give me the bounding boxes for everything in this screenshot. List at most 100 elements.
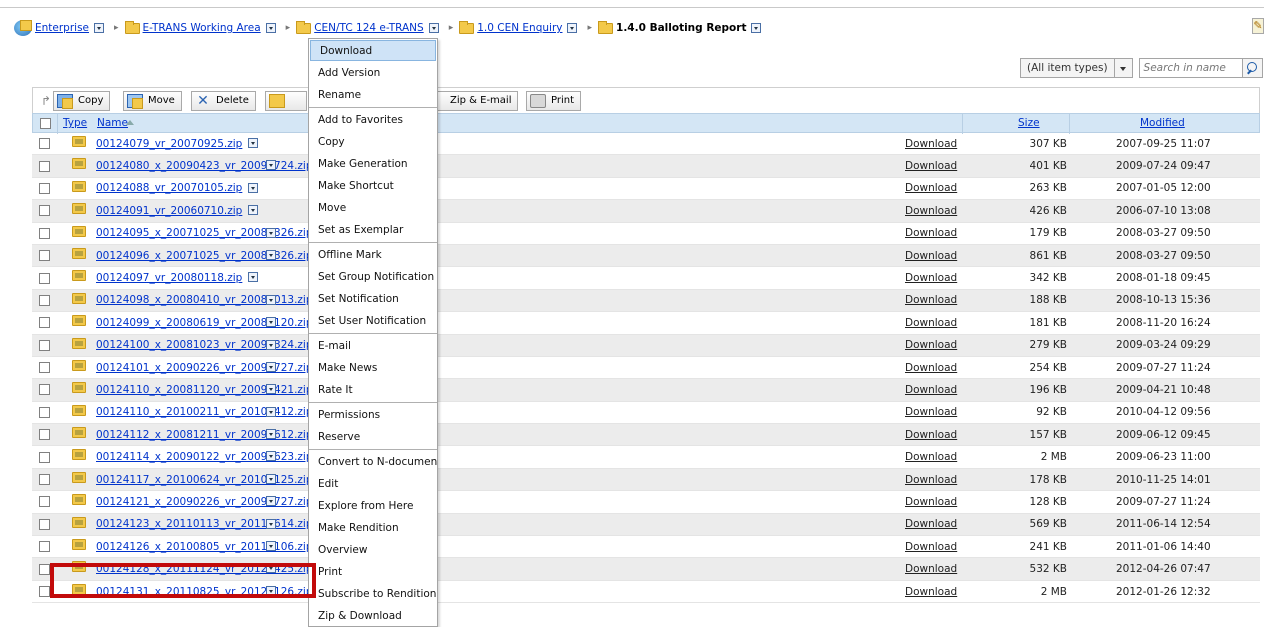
file-name-link[interactable]: 00124079_vr_20070925.zip xyxy=(96,138,242,150)
row-checkbox[interactable] xyxy=(39,339,50,351)
table-row[interactable]: 00124091_vr_20060710.zip Download 426 KB 20… xyxy=(32,200,1260,223)
chevron-down-icon[interactable] xyxy=(751,23,762,33)
select-all-checkbox[interactable] xyxy=(40,117,51,129)
file-name-link[interactable]: 00124126_x_20100805_vr_20110106.zip xyxy=(96,541,313,553)
item-type-select[interactable]: (All item types) xyxy=(1020,58,1115,78)
menu-item-subscribe-to-rendition[interactable]: Subscribe to Rendition xyxy=(309,583,437,605)
table-row[interactable]: 00124121_x_20090226_vr_20090727.zip Downl… xyxy=(32,491,1260,514)
menu-item-make-rendition[interactable]: Make Rendition xyxy=(309,517,437,539)
download-link[interactable]: Download xyxy=(905,339,957,351)
row-checkbox[interactable] xyxy=(39,496,50,508)
table-row[interactable]: 00124123_x_20110113_vr_20110614.zip Downl… xyxy=(32,513,1260,537)
menu-item-add-to-favorites[interactable]: Add to Favorites xyxy=(309,109,437,131)
download-link[interactable]: Download xyxy=(905,250,957,262)
download-link[interactable]: Download xyxy=(905,227,957,239)
menu-item-download[interactable]: Download xyxy=(310,40,436,61)
size-column-header[interactable]: Size xyxy=(1018,117,1040,129)
menu-item-permissions[interactable]: Permissions xyxy=(309,404,437,426)
file-name-link[interactable]: 00124112_x_20081211_vr_20090612.zip xyxy=(96,429,313,441)
chevron-down-icon[interactable] xyxy=(248,272,258,283)
row-checkbox[interactable] xyxy=(39,384,50,396)
table-row[interactable]: 00124117_x_20100624_vr_20101125.zip Downl… xyxy=(32,468,1260,492)
table-row[interactable]: 00124098_x_20080410_vr_20081013.zip Downl… xyxy=(32,289,1260,313)
download-link[interactable]: Download xyxy=(905,182,957,194)
row-checkbox[interactable] xyxy=(39,474,50,486)
chevron-down-icon[interactable] xyxy=(1114,58,1133,78)
chevron-down-icon[interactable] xyxy=(567,23,578,33)
row-checkbox[interactable] xyxy=(39,406,50,418)
download-link[interactable]: Download xyxy=(905,518,957,530)
menu-item-set-group-notification[interactable]: Set Group Notification xyxy=(309,266,437,288)
table-row[interactable]: 00124096_x_20071025_vr_20080326.zip Downl… xyxy=(32,244,1260,268)
table-row[interactable]: 00124101_x_20090226_vr_20090727.zip Downl… xyxy=(32,357,1260,380)
download-link[interactable]: Download xyxy=(905,384,957,396)
chevron-down-icon[interactable] xyxy=(266,294,276,305)
menu-item-reserve[interactable]: Reserve xyxy=(309,426,437,448)
chevron-down-icon[interactable] xyxy=(248,182,258,193)
row-checkbox[interactable] xyxy=(39,272,50,284)
menu-item-copy[interactable]: Copy xyxy=(309,131,437,153)
chevron-down-icon[interactable] xyxy=(266,227,276,238)
download-link[interactable]: Download xyxy=(905,496,957,508)
file-name-link[interactable]: 00124121_x_20090226_vr_20090727.zip xyxy=(96,496,313,508)
file-name-link[interactable]: 00124101_x_20090226_vr_20090727.zip xyxy=(96,362,313,374)
table-row[interactable]: 00124100_x_20081023_vr_20090324.zip Downl… xyxy=(32,334,1260,357)
file-name-link[interactable]: 00124098_x_20080410_vr_20081013.zip xyxy=(96,294,313,306)
breadcrumb-cen-enquiry[interactable]: 1.0 CEN Enquiry xyxy=(477,22,562,34)
table-row[interactable]: 00124097_vr_20080118.zip Download 342 KB 20… xyxy=(32,267,1260,290)
menu-item-make-generation[interactable]: Make Generation xyxy=(309,153,437,175)
menu-item-set-notification[interactable]: Set Notification xyxy=(309,288,437,310)
table-row[interactable]: 00124095_x_20071025_vr_20080326.zip Downl… xyxy=(32,223,1260,245)
menu-item-edit[interactable]: Edit xyxy=(309,473,437,495)
download-link[interactable]: Download xyxy=(905,205,957,217)
download-link[interactable]: Download xyxy=(905,294,957,306)
zip-download-button[interactable] xyxy=(265,90,307,111)
table-row[interactable]: 00124112_x_20081211_vr_20090612.zip Downl… xyxy=(32,424,1260,447)
file-name-link[interactable]: 00124095_x_20071025_vr_20080326.zip xyxy=(96,227,313,239)
table-row[interactable]: 00124099_x_20080619_vr_20081120.zip Downl… xyxy=(32,312,1260,335)
chevron-down-icon[interactable] xyxy=(266,339,276,350)
table-row[interactable]: 00124088_vr_20070105.zip Download 263 KB 20… xyxy=(32,178,1260,201)
menu-item-overview[interactable]: Overview xyxy=(309,539,437,561)
row-checkbox[interactable] xyxy=(39,362,50,374)
copy-button[interactable]: Copy xyxy=(53,90,111,111)
chevron-down-icon[interactable] xyxy=(266,406,276,417)
chevron-down-icon[interactable] xyxy=(266,496,276,507)
chevron-down-icon[interactable] xyxy=(266,451,276,462)
chevron-down-icon[interactable] xyxy=(248,138,258,148)
file-name-link[interactable]: 00124100_x_20081023_vr_20090324.zip xyxy=(96,339,313,351)
move-button[interactable]: Move xyxy=(123,90,182,111)
name-column-header[interactable]: Name xyxy=(97,117,128,129)
table-row[interactable]: 00124080_x_20090423_vr_20090724.zip Downl… xyxy=(32,155,1260,178)
menu-item-set-as-exemplar[interactable]: Set as Exemplar xyxy=(309,219,437,241)
chevron-down-icon[interactable] xyxy=(266,361,276,372)
file-name-link[interactable]: 00124110_x_20100211_vr_20100412.zip xyxy=(96,406,313,418)
delete-button[interactable]: ✕ Delete xyxy=(191,90,256,111)
menu-item-set-user-notification[interactable]: Set User Notification xyxy=(309,310,437,332)
row-checkbox[interactable] xyxy=(39,138,50,150)
breadcrumb-enterprise[interactable]: Enterprise xyxy=(35,22,89,34)
file-name-link[interactable]: 00124110_x_20081120_vr_20090421.zip xyxy=(96,384,313,396)
print-button[interactable]: Print xyxy=(526,90,582,111)
chevron-down-icon[interactable] xyxy=(248,205,258,216)
file-name-link[interactable]: 00124091_vr_20060710.zip xyxy=(96,205,242,217)
file-name-link[interactable]: 00124096_x_20071025_vr_20080326.zip xyxy=(96,250,313,262)
menu-item-convert-to-n-document[interactable]: Convert to N-document xyxy=(309,451,437,473)
menu-item-zip-download[interactable]: Zip & Download xyxy=(309,605,437,626)
row-checkbox[interactable] xyxy=(39,563,50,575)
edit-icon[interactable]: ✎ xyxy=(1252,18,1264,34)
row-checkbox[interactable] xyxy=(39,294,50,306)
chevron-down-icon[interactable] xyxy=(266,429,276,440)
file-name-link[interactable]: 00124088_vr_20070105.zip xyxy=(96,182,242,194)
zip-email-button[interactable]: Zip & E-mail xyxy=(436,90,519,111)
row-checkbox[interactable] xyxy=(39,317,50,329)
menu-item-add-version[interactable]: Add Version xyxy=(309,62,437,84)
download-link[interactable]: Download xyxy=(905,272,957,284)
chevron-down-icon[interactable] xyxy=(266,518,276,529)
row-checkbox[interactable] xyxy=(39,451,50,463)
search-input[interactable]: Search in name xyxy=(1138,58,1243,78)
row-checkbox[interactable] xyxy=(39,518,50,530)
menu-item-move[interactable]: Move xyxy=(309,197,437,219)
download-link[interactable]: Download xyxy=(905,160,957,172)
file-name-link[interactable]: 00124097_vr_20080118.zip xyxy=(96,272,242,284)
